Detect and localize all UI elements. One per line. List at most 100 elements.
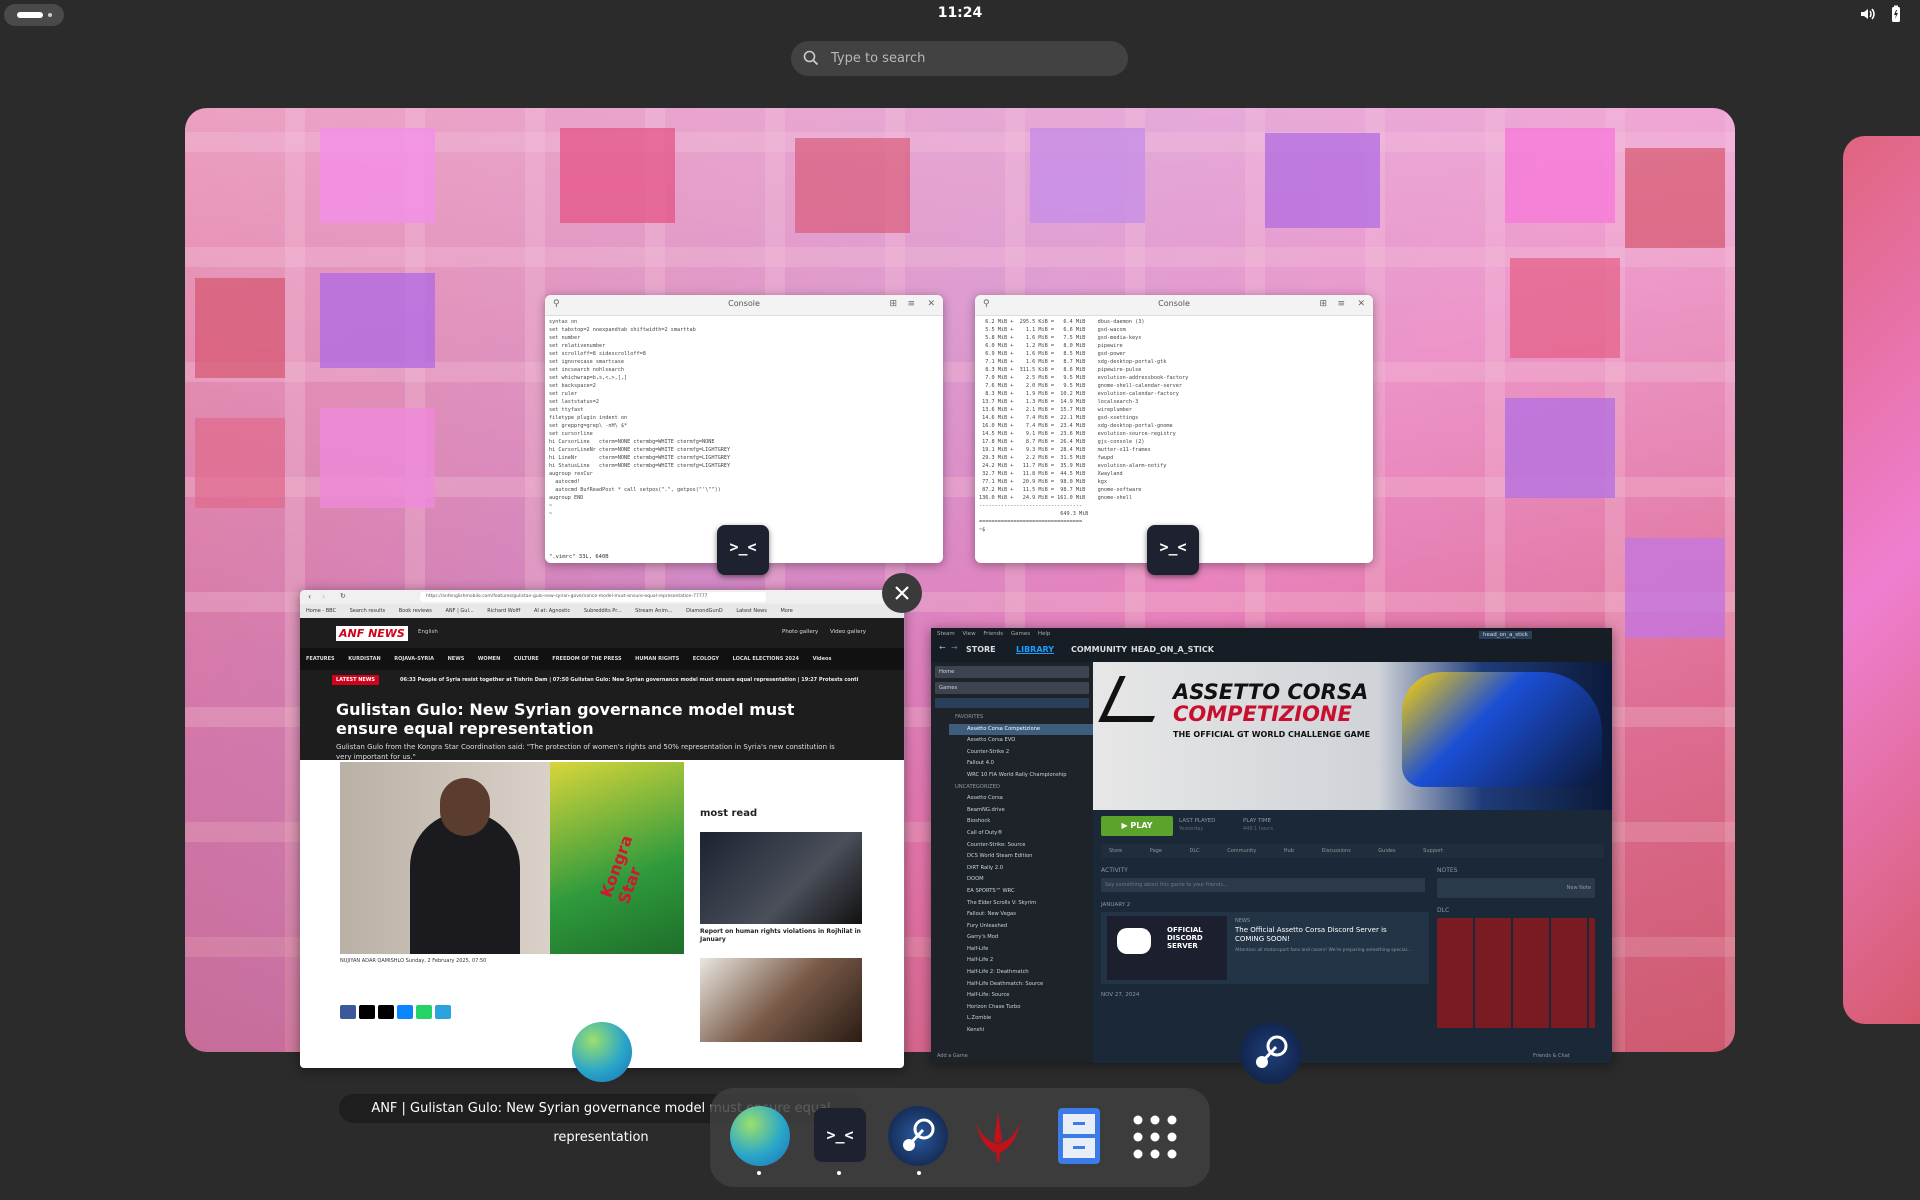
game-subnav[interactable]: Store Page DLC Community Hub Discussions… bbox=[1101, 844, 1604, 858]
steam-menu-item[interactable]: View bbox=[963, 631, 976, 637]
user-menu[interactable]: head_on_a_stick bbox=[1479, 631, 1532, 639]
library-sidebar[interactable]: Home Games FAVORITES Assetto Corsa Compet… bbox=[931, 662, 1093, 1063]
language-selector[interactable]: English bbox=[418, 629, 438, 635]
messenger-share-icon[interactable] bbox=[397, 1005, 413, 1019]
library-game-item[interactable]: Fallout: New Vegas bbox=[949, 909, 1093, 921]
site-nav-item[interactable]: ECOLOGY bbox=[687, 648, 725, 662]
console-window-ps-mem[interactable]: ⚲ Console ⊞ ≡ ✕ 6.2 MiB + 295.5 KiB = 6.… bbox=[975, 295, 1373, 563]
battery-icon[interactable] bbox=[1887, 5, 1905, 23]
browser-window[interactable]: ‹ › ↻ https://anfenglishmobile.com/featu… bbox=[300, 590, 904, 1068]
steam-menu-item[interactable]: Friends bbox=[983, 631, 1003, 637]
site-nav-item[interactable]: CULTURE bbox=[508, 648, 545, 662]
library-game-item[interactable]: L.Zombie bbox=[949, 1013, 1093, 1025]
library-game-item[interactable]: Half-Life: Source bbox=[949, 990, 1093, 1002]
site-nav-item[interactable]: HUMAN RIGHTS bbox=[629, 648, 685, 662]
x-share-icon[interactable] bbox=[359, 1005, 375, 1019]
add-game-button[interactable]: Add a Game bbox=[937, 1053, 968, 1059]
game-subnav-item[interactable]: Community Hub bbox=[1227, 848, 1294, 854]
tab-community[interactable]: COMMUNITY bbox=[1071, 645, 1127, 654]
site-nav-item[interactable]: FEATURES bbox=[300, 648, 341, 662]
close-window-button[interactable] bbox=[882, 573, 922, 613]
library-game-item[interactable]: Half-Life Deathmatch: Source bbox=[949, 979, 1093, 991]
library-game-item[interactable]: EA SPORTS™ WRC bbox=[949, 886, 1093, 898]
most-read-title-1[interactable]: Report on human rights violations in Roj… bbox=[700, 928, 862, 944]
new-tab-icon[interactable]: ⊞ bbox=[1319, 299, 1327, 309]
site-nav-item[interactable]: NEWS bbox=[442, 648, 471, 662]
friends-chat[interactable]: Friends & Chat bbox=[1533, 1053, 1570, 1059]
site-nav[interactable]: FEATURES KURDISTAN ROJAVA-SYRIA NEWS WOM… bbox=[300, 648, 904, 670]
telegram-share-icon[interactable] bbox=[435, 1005, 451, 1019]
library-game-item[interactable]: Assetto Corsa bbox=[949, 793, 1093, 805]
game-subnav-item[interactable]: Store Page bbox=[1109, 848, 1162, 854]
library-game-item[interactable]: DiRT Rally 2.0 bbox=[949, 863, 1093, 875]
most-read-image-2[interactable] bbox=[700, 958, 862, 1042]
terminal-content[interactable]: syntax on set tabstop=2 noexpandtab shift… bbox=[545, 316, 943, 520]
library-game-item[interactable]: Horizon Chase Turbo bbox=[949, 1002, 1093, 1014]
browser-tab[interactable]: More bbox=[774, 604, 798, 614]
library-game-item[interactable]: Fallout 4.0 bbox=[949, 758, 1093, 770]
most-read-image-1[interactable] bbox=[700, 832, 862, 924]
next-workspace-thumbnail[interactable] bbox=[1843, 136, 1920, 1024]
ticker-text[interactable]: 06:33 People of Syria resist together at… bbox=[400, 677, 858, 683]
site-nav-item[interactable]: WOMEN bbox=[472, 648, 506, 662]
site-nav-item[interactable]: LOCAL ELECTIONS 2024 bbox=[727, 648, 805, 662]
url-bar[interactable]: https://anfenglishmobile.com/features/gu… bbox=[420, 592, 766, 602]
browser-tab[interactable]: Richard Wolff bbox=[481, 604, 526, 614]
forward-icon[interactable]: › bbox=[322, 592, 325, 601]
game-subnav-item[interactable]: Discussions bbox=[1321, 848, 1350, 854]
library-game-item[interactable]: DOOM bbox=[949, 874, 1093, 886]
files-icon[interactable] bbox=[1058, 1108, 1100, 1164]
library-game-item[interactable]: Counter-Strike 2 bbox=[949, 747, 1093, 759]
site-nav-item[interactable]: Videos bbox=[807, 648, 838, 662]
home-button[interactable]: Home bbox=[935, 666, 1089, 678]
play-button[interactable]: ▶ PLAY bbox=[1101, 816, 1173, 836]
browser-tab[interactable]: DiamondGunD bbox=[680, 604, 729, 614]
library-game-item[interactable]: BeamNG.drive bbox=[949, 805, 1093, 817]
terminal-content[interactable]: 6.2 MiB + 295.5 KiB = 6.4 MiB dbus-daemo… bbox=[975, 316, 1373, 536]
app-grid-icon[interactable] bbox=[1130, 1112, 1180, 1162]
steam-menu-item[interactable]: Games bbox=[1011, 631, 1030, 637]
steam-menu-item[interactable]: Steam bbox=[937, 631, 955, 637]
photo-gallery-link[interactable]: Photo gallery bbox=[782, 629, 818, 635]
tab-profile[interactable]: HEAD_ON_A_STICK bbox=[1131, 645, 1214, 654]
library-game-item[interactable]: Assetto Corsa EVO bbox=[949, 735, 1093, 747]
browser-icon[interactable] bbox=[730, 1106, 790, 1166]
library-game-item[interactable]: Assetto Corsa Competizione bbox=[949, 723, 1093, 736]
new-tab-icon[interactable]: ⊞ bbox=[889, 299, 897, 309]
browser-tab[interactable]: Home - BBC bbox=[300, 604, 342, 614]
library-game-item[interactable]: DCS World Steam Edition bbox=[949, 851, 1093, 863]
library-game-item[interactable]: Kenshi bbox=[949, 1025, 1093, 1037]
site-logo[interactable]: ANF NEWS bbox=[336, 626, 408, 641]
back-icon[interactable]: ← bbox=[939, 643, 946, 652]
menu-icon[interactable]: ≡ bbox=[1337, 299, 1345, 309]
console-window-vim[interactable]: ⚲ Console ⊞ ≡ ✕ syntax on set tabstop=2 n… bbox=[545, 295, 943, 563]
library-game-item[interactable]: Half-Life 2: Deathmatch bbox=[949, 967, 1093, 979]
tab-library[interactable]: LIBRARY bbox=[1016, 645, 1054, 654]
game-subnav-item[interactable]: Support bbox=[1423, 848, 1443, 854]
news-card[interactable]: OFFICIAL DISCORD SERVER NEWS The Officia… bbox=[1101, 912, 1429, 984]
browser-tab[interactable]: Stream Anim... bbox=[629, 604, 678, 614]
library-section-header[interactable]: FAVORITES bbox=[949, 712, 1093, 724]
activities-button[interactable] bbox=[4, 4, 64, 26]
reload-icon[interactable]: ↻ bbox=[340, 592, 346, 600]
back-icon[interactable]: ‹ bbox=[308, 592, 311, 601]
dlc-grid[interactable] bbox=[1437, 918, 1595, 1028]
activity-input[interactable]: Say something about this game to your fr… bbox=[1101, 878, 1425, 892]
new-note-button[interactable]: New Note bbox=[1437, 878, 1595, 898]
game-subnav-item[interactable]: DLC bbox=[1190, 848, 1200, 854]
library-game-item[interactable]: The Elder Scrolls V: Skyrim bbox=[949, 898, 1093, 910]
library-game-item[interactable]: WRC 10 FIA World Rally Championship bbox=[949, 770, 1093, 782]
whatsapp-share-icon[interactable] bbox=[416, 1005, 432, 1019]
browser-tab[interactable]: Latest News bbox=[730, 604, 773, 614]
overview-search[interactable]: Type to search bbox=[791, 41, 1128, 76]
game-subnav-item[interactable]: Guides bbox=[1378, 848, 1395, 854]
site-nav-item[interactable]: ROJAVA-SYRIA bbox=[388, 648, 440, 662]
browser-tab[interactable]: Book reviews bbox=[393, 604, 438, 614]
latest-news-ticker[interactable]: LATEST NEWS 06:33 People of Syria resist… bbox=[300, 670, 904, 690]
library-game-item[interactable]: Half-Life bbox=[949, 944, 1093, 956]
library-section-header[interactable]: UNCATEGORIZED bbox=[949, 782, 1093, 794]
library-search[interactable] bbox=[935, 698, 1089, 708]
steam-menu[interactable]: Steam View Friends Games Help bbox=[937, 631, 1050, 637]
tab-strip[interactable]: Home - BBC Search results Book reviews A… bbox=[300, 604, 904, 618]
browser-tab[interactable]: Subreddits Pr... bbox=[578, 604, 628, 614]
